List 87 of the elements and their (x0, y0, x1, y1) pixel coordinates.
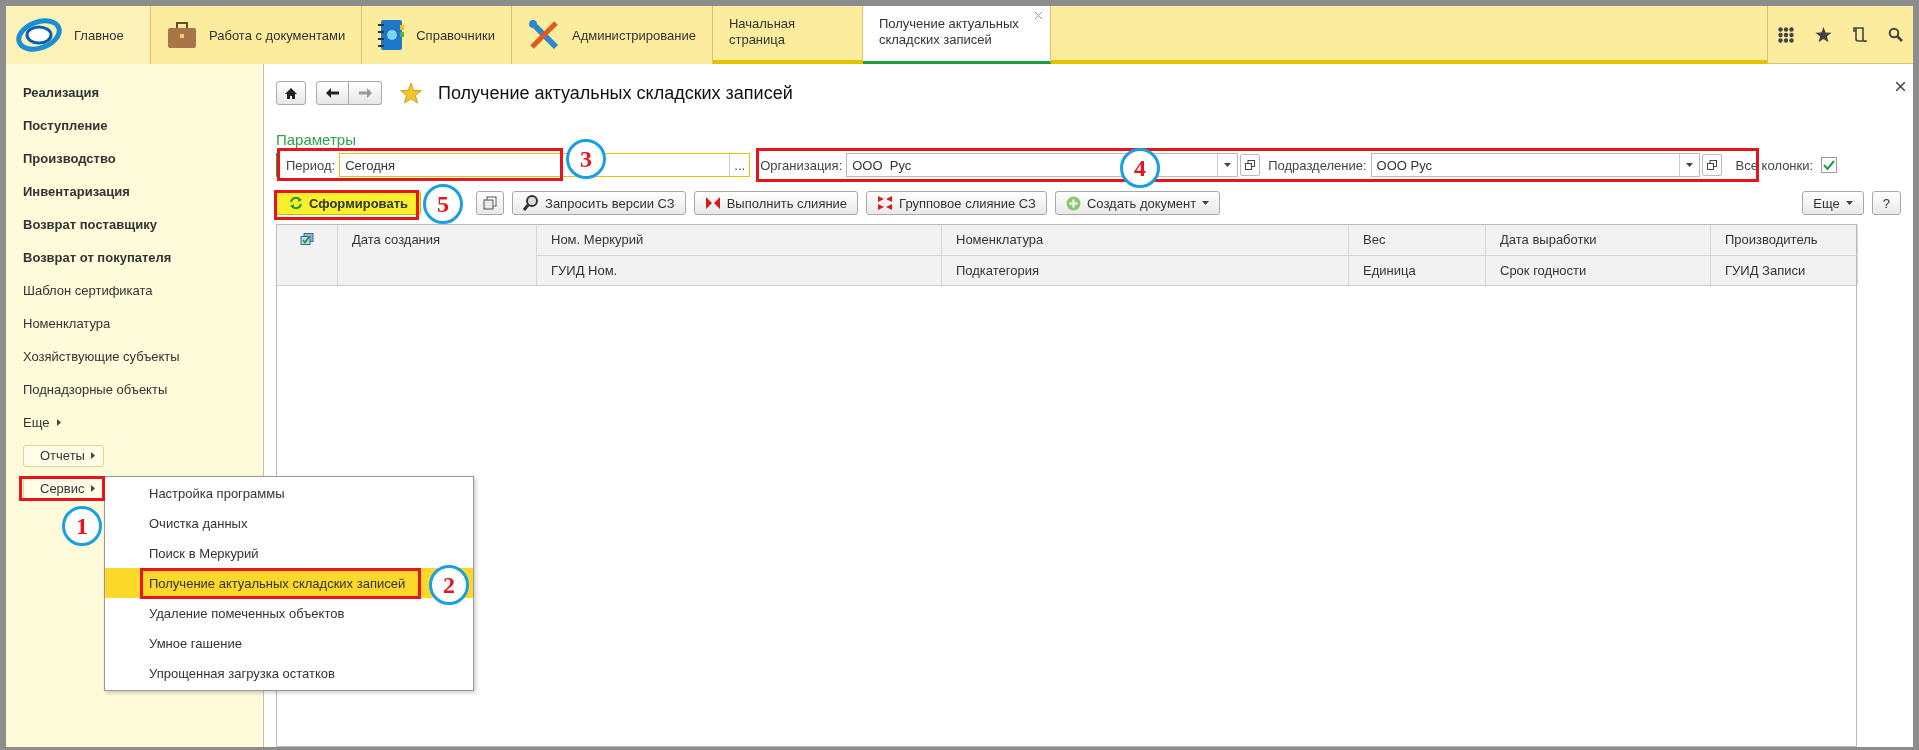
sidebar-section[interactable]: Возврат поставщику (23, 217, 157, 232)
column-header[interactable]: Производитель (1725, 232, 1818, 247)
column-header[interactable]: Вес (1363, 232, 1386, 247)
column-header[interactable]: Номенклатура (956, 232, 1044, 247)
toolbar-button[interactable] (476, 191, 505, 215)
forward-arrow-icon (358, 88, 372, 98)
checkbox[interactable] (1821, 157, 1838, 173)
section-tab[interactable]: Справочники (362, 6, 512, 64)
step-number: 5 (423, 184, 463, 224)
sidebar-section[interactable]: Производство (23, 151, 116, 166)
back-button[interactable] (316, 81, 349, 105)
sidebar-link[interactable]: Поднадзорные объекты (23, 382, 168, 397)
column-header[interactable]: ГУИД Ном. (551, 263, 618, 278)
sidebar-section[interactable]: Инвентаризация (23, 184, 130, 199)
open-tab[interactable]: Начальная страница (712, 6, 863, 60)
toolbar-button[interactable]: Еще (1802, 191, 1864, 215)
menu-item[interactable]: Настройка программы (105, 478, 473, 508)
close-icon[interactable] (1896, 82, 1905, 91)
plus-circle-icon (1065, 195, 1081, 211)
menu-item[interactable]: Поиск в Меркурий (105, 538, 473, 568)
merge-icon (704, 195, 721, 211)
history-icon[interactable] (1852, 26, 1867, 43)
tools-icon (528, 19, 560, 51)
column-header[interactable]: Ном. Меркурий (551, 232, 644, 247)
column-header[interactable]: Подкатегория (956, 263, 1040, 278)
star-icon[interactable] (1815, 26, 1833, 43)
step-number: 3 (566, 139, 606, 179)
home-button[interactable] (276, 81, 306, 105)
menu-item[interactable]: Упрощенная загрузка остатков (105, 658, 473, 688)
refresh-icon (289, 196, 303, 210)
sidebar-link[interactable]: Номенклатура (23, 316, 111, 331)
column-header[interactable]: Дата создания (352, 232, 441, 247)
favorite-star-icon[interactable] (400, 82, 422, 104)
sidebar-button[interactable]: Отчеты (23, 444, 104, 467)
toolbar-button[interactable]: Запросить версии СЗ (512, 191, 686, 215)
caret-icon (1224, 163, 1232, 167)
more-link[interactable]: Еще (23, 415, 62, 430)
copy-icon (483, 196, 498, 210)
sidebar-link[interactable]: Шаблон сертификата (23, 283, 153, 298)
checkmark-icon (1823, 159, 1836, 171)
toolbar-button[interactable]: ? (1871, 191, 1901, 215)
open-button[interactable] (1240, 154, 1261, 176)
open-tab[interactable]: Получение актуальных складских записей (862, 6, 1051, 64)
column-header[interactable]: ГУИД Записи (1725, 263, 1806, 278)
magnifier-icon (523, 195, 540, 211)
toolbar-button[interactable]: Выполнить слияние (693, 191, 859, 215)
search-icon[interactable] (1887, 27, 1903, 42)
field-label: Период: (286, 157, 336, 173)
column-header[interactable]: Срок годности (1500, 263, 1587, 278)
open-window-icon (1706, 160, 1717, 170)
home-icon (285, 87, 297, 99)
open-window-icon (1245, 160, 1256, 170)
section-tab[interactable]: Главное (6, 6, 151, 64)
section-label: Работа с документами (209, 27, 346, 43)
column-header[interactable]: Единица (1363, 263, 1416, 278)
menu-item[interactable]: Очистка данных (105, 508, 473, 538)
caret-icon (1685, 163, 1693, 167)
field-label: Организация: (760, 157, 843, 173)
caret-icon (90, 485, 95, 492)
caret-icon (90, 452, 95, 459)
step-number: 4 (1120, 148, 1160, 188)
division-field[interactable]: ООО Рус (1370, 153, 1700, 177)
apps-grid-icon[interactable] (1778, 26, 1795, 43)
section-tab[interactable]: Администрирование (512, 6, 713, 64)
section-label: Справочники (416, 27, 495, 43)
group-merge-icon (877, 195, 894, 211)
open-button[interactable] (1701, 154, 1722, 176)
menu-item[interactable]: Умное гашение (105, 628, 473, 658)
sidebar-section[interactable]: Возврат от покупателя (23, 250, 172, 265)
sidebar-link[interactable]: Хозяйствующие субъекты (23, 349, 180, 364)
caret-icon (57, 419, 62, 426)
notebook-icon (378, 19, 405, 51)
section-label: Главное (74, 27, 124, 43)
sidebar-button[interactable]: Сервис (23, 477, 104, 500)
field-label: Подразделение: (1268, 157, 1367, 173)
column-header[interactable]: Дата выработки (1500, 232, 1597, 247)
logo-icon (16, 15, 62, 55)
toolbar-button[interactable]: Создать документ (1054, 191, 1221, 215)
toolbar-button[interactable]: Групповое слияние СЗ (866, 191, 1047, 215)
mark-rows-icon[interactable] (300, 233, 314, 246)
section-label: Администрирование (572, 27, 696, 43)
back-arrow-icon (326, 88, 339, 98)
page-title: Получение актуальных складских записей (438, 82, 793, 104)
section-heading: Параметры (276, 131, 357, 149)
briefcase-icon (167, 21, 197, 49)
sidebar-section[interactable]: Поступление (23, 118, 108, 133)
sidebar-section[interactable]: Реализация (23, 85, 100, 100)
